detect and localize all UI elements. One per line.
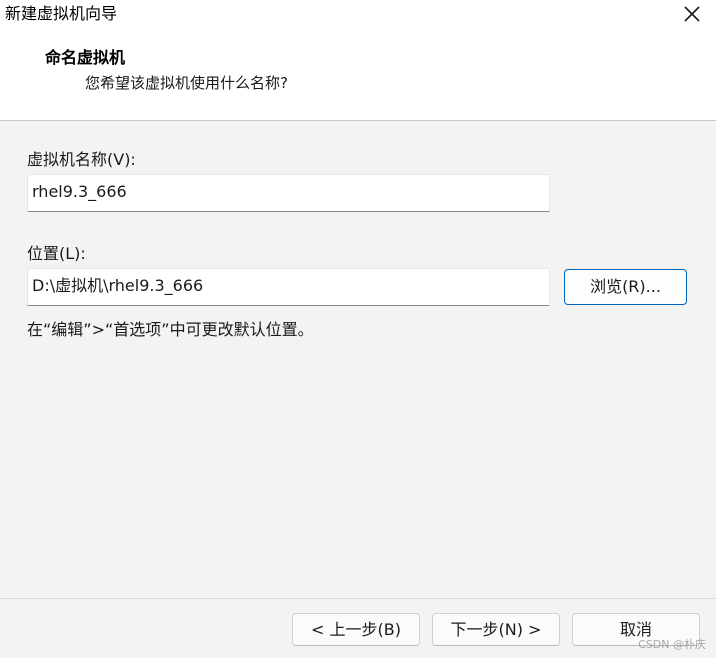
new-vm-wizard-dialog: 新建虚拟机向导 命名虚拟机 您希望该虚拟机使用什么名称? 虚拟机名称(V): r… — [0, 0, 716, 658]
vm-name-input[interactable]: rhel9.3_666 — [27, 174, 550, 212]
location-hint: 在“编辑”>“首选项”中可更改默认位置。 — [27, 320, 314, 339]
location-input[interactable]: D:\虚拟机\rhel9.3_666 — [27, 268, 550, 306]
footer-divider — [0, 598, 716, 599]
page-title: 命名虚拟机 — [45, 48, 126, 67]
window-title: 新建虚拟机向导 — [5, 4, 118, 23]
location-label: 位置(L): — [27, 244, 86, 263]
wizard-header: 命名虚拟机 您希望该虚拟机使用什么名称? — [0, 28, 716, 121]
watermark: CSDN @朴庆 — [638, 638, 706, 651]
title-bar: 新建虚拟机向导 — [0, 0, 716, 28]
next-button[interactable]: 下一步(N) > — [432, 613, 560, 646]
back-button[interactable]: < 上一步(B) — [292, 613, 420, 646]
vm-name-label: 虚拟机名称(V): — [27, 150, 136, 169]
close-button[interactable] — [680, 2, 704, 26]
page-subtitle: 您希望该虚拟机使用什么名称? — [85, 74, 288, 92]
close-icon — [684, 6, 700, 22]
browse-button[interactable]: 浏览(R)... — [564, 269, 687, 305]
